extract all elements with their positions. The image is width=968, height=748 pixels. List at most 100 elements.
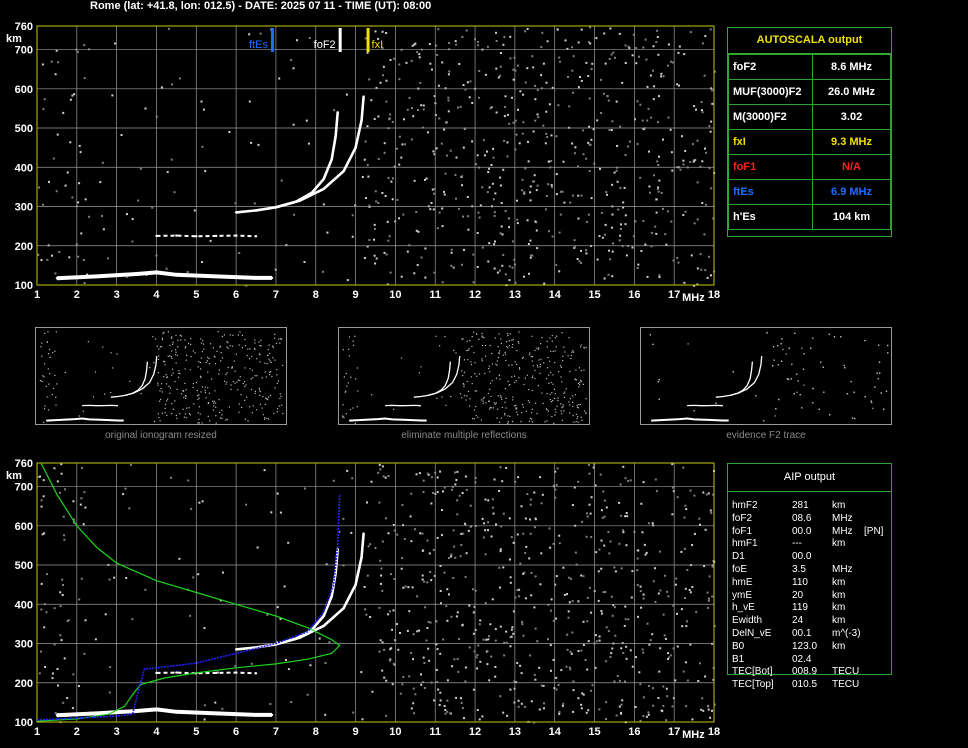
- trace-point: [155, 271, 158, 274]
- autoscala-param-value: N/A: [812, 154, 891, 180]
- y-tick-label: 400: [15, 599, 33, 611]
- autoscala-row: foF1 N/A: [728, 154, 891, 180]
- trace-point: [354, 146, 357, 149]
- trace-point: [175, 671, 178, 674]
- x-tick-label: 15: [588, 726, 600, 738]
- trace-point: [254, 713, 258, 717]
- thumbnail-no-multiples: [338, 327, 590, 425]
- aip-param-value: 00.0: [792, 525, 812, 537]
- autoscala-param-name: h'Es: [728, 204, 813, 230]
- y-tick-label: 500: [15, 123, 33, 135]
- trace-point: [135, 709, 138, 713]
- autoscala-row: foF2 8.6 MHz: [728, 54, 891, 80]
- x-tick-label: 9: [353, 289, 359, 301]
- marker-foF2-label: foF2: [314, 39, 336, 51]
- autoscala-param-value: 9.3 MHz: [812, 129, 891, 155]
- E-layer-series: [55, 270, 274, 281]
- trace-point: [322, 614, 325, 618]
- trace-point: [322, 187, 325, 191]
- trace-point: [362, 532, 365, 535]
- noise-speckles: [37, 26, 716, 287]
- x-trace-line: [275, 533, 365, 646]
- aip-param-value: 123.0: [792, 640, 818, 652]
- aip-param-name: Ewidth: [732, 615, 763, 627]
- aip-param-value: 02.4: [792, 653, 812, 665]
- trace-point: [155, 234, 158, 238]
- x-tick-label: 12: [469, 726, 481, 738]
- y-tick-label: 200: [15, 241, 33, 253]
- autoscala-param-name: ftEs: [728, 179, 813, 205]
- aip-param-name: hmE: [732, 576, 753, 588]
- x-trace-line: [275, 96, 365, 209]
- aip-param-value: 00.0: [792, 551, 812, 563]
- x-tick-label: 4: [153, 726, 160, 738]
- aip-param-value: ---: [792, 538, 802, 550]
- x-trace-series: [274, 95, 365, 209]
- thumbnail-caption-no-multiples: eliminate multiple reflections: [401, 430, 527, 441]
- y-tick-label: 700: [15, 45, 33, 57]
- aip-param-unit: km: [832, 640, 846, 652]
- aip-param-name: B0: [732, 640, 745, 652]
- x-tick-label: 17: [668, 726, 680, 738]
- autoscala-param-value: 104 km: [812, 204, 891, 230]
- Es-multiple-line: [156, 234, 257, 238]
- y-axis-label: km: [6, 470, 22, 482]
- o-trace-line: [235, 112, 339, 214]
- trace-point: [175, 273, 178, 276]
- autoscala-param-name: M(3000)F2: [728, 104, 813, 130]
- x-trace-series: [274, 532, 365, 646]
- aip-param-value: 281: [792, 500, 809, 511]
- fit-line: [36, 494, 341, 721]
- autoscala-row: MUF(3000)F2 26.0 MHz: [728, 79, 891, 105]
- trace-point: [155, 671, 158, 675]
- x-tick-label: 5: [193, 289, 199, 301]
- x-axis-label: MHz: [682, 729, 705, 741]
- aip-param-extra: [PN]: [864, 525, 884, 537]
- aip-param-unit: TECU: [832, 666, 860, 678]
- aip-param-name: foE: [732, 564, 748, 575]
- aip-param-name: DelN_vE: [732, 628, 772, 639]
- trace-point: [322, 177, 325, 181]
- marker-ftEs-label: ftEs: [249, 39, 268, 51]
- aip-param-name: TEC[Bot]: [732, 666, 773, 678]
- aip-param-value: 3.5: [792, 564, 806, 575]
- autoscala-param-value: 26.0 MHz: [812, 79, 891, 105]
- x-tick-label: 8: [313, 289, 319, 301]
- autoscala-title: AUTOSCALA output: [728, 28, 891, 54]
- y-tick-label: 200: [15, 678, 33, 690]
- autoscala-param-name: foF2: [728, 54, 813, 80]
- plot-frame: [36, 25, 715, 286]
- aip-param-value: 24: [792, 615, 804, 627]
- x-tick-label: 6: [233, 289, 239, 301]
- y-axis-label: km: [6, 33, 22, 45]
- aip-param-unit: MHz: [832, 564, 853, 575]
- trace-point: [254, 235, 258, 238]
- x-tick-label: 11: [429, 726, 441, 738]
- autoscala-row: fxI 9.3 MHz: [728, 129, 891, 155]
- x-tick-label: 17: [668, 289, 680, 301]
- autoscala-param-value: 6.9 MHz: [812, 179, 891, 205]
- aip-param-unit: km: [832, 500, 846, 511]
- thumb-frame: [338, 327, 590, 425]
- trace-point: [155, 708, 158, 711]
- aip-param-name: foF1: [732, 525, 753, 537]
- trace-point: [298, 199, 301, 202]
- trace-point: [234, 211, 238, 214]
- Es-multiple-line: [156, 671, 257, 675]
- trace-point: [175, 710, 178, 713]
- autoscala-param-name: MUF(3000)F2: [728, 79, 813, 105]
- x-tick-label: 5: [193, 726, 199, 738]
- trace-point: [298, 636, 301, 639]
- x-tick-label: 14: [549, 289, 562, 301]
- fit-series: [36, 494, 341, 721]
- x-tick-label: 3: [114, 726, 120, 738]
- y-tick-label: 600: [15, 521, 33, 533]
- autoscala-param-name: fxI: [728, 129, 813, 155]
- grid: [36, 26, 715, 286]
- trace-point: [234, 234, 238, 237]
- aip-param-name: TEC[Top]: [732, 679, 774, 691]
- trace-point: [336, 111, 339, 114]
- Es-multiple-series: [155, 234, 258, 238]
- y-tick-label: 500: [15, 560, 33, 572]
- aip-param-unit: km: [832, 602, 846, 614]
